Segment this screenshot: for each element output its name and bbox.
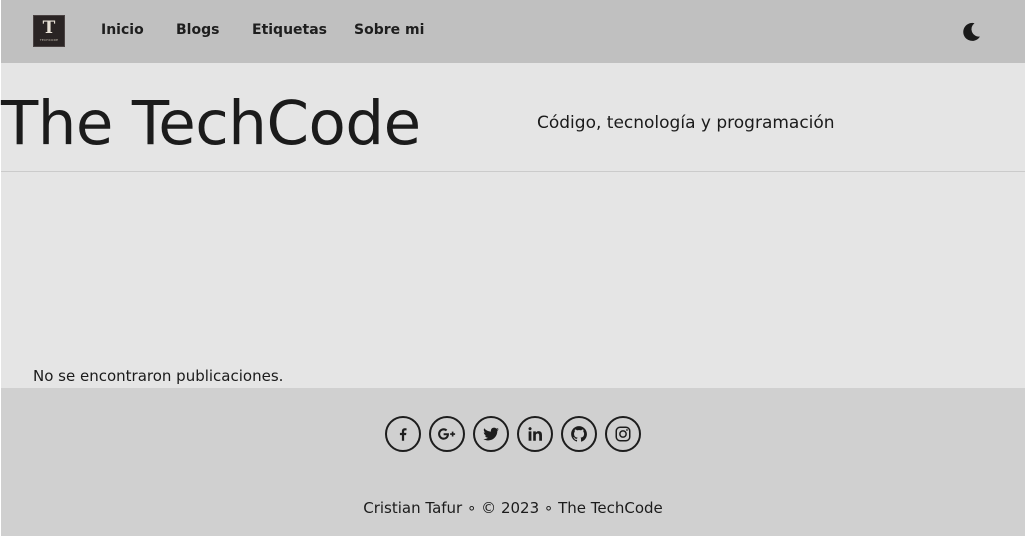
github-icon [571,426,587,442]
twitter-link[interactable] [473,416,509,452]
nav-link-blogs[interactable]: Blogs [176,22,219,38]
logo-text: TECHCODE [39,38,59,42]
social-links [385,416,641,452]
header-divider [1,171,1025,172]
site-title: The TechCode [1,88,421,159]
instagram-link[interactable] [605,416,641,452]
instagram-icon [615,426,631,442]
linkedin-link[interactable] [517,416,553,452]
navbar: T TECHCODE Inicio Blogs Etiquetas Sobre … [1,0,1025,63]
footer-separator: ∘ [467,499,477,517]
page: T TECHCODE Inicio Blogs Etiquetas Sobre … [1,0,1025,536]
site-tagline: Código, tecnología y programación [537,113,835,133]
twitter-icon [483,427,499,441]
footer-credits: Cristian Tafur ∘ © 2023 ∘ The TechCode [1,499,1025,517]
nav-link-sobre-mi[interactable]: Sobre mi [354,22,424,38]
facebook-icon [399,428,407,441]
footer-copyright: © 2023 [481,499,540,517]
footer-author: Cristian Tafur [363,499,463,517]
facebook-link[interactable] [385,416,421,452]
theme-toggle-button[interactable] [959,20,983,44]
moon-icon [963,22,980,41]
footer-site-name: The TechCode [558,499,663,517]
linkedin-icon [528,427,542,441]
footer-separator: ∘ [543,499,554,517]
footer: Cristian Tafur ∘ © 2023 ∘ The TechCode [1,388,1025,536]
logo-glyph: T [42,18,56,38]
nav-link-etiquetas[interactable]: Etiquetas [252,22,327,38]
site-logo[interactable]: T TECHCODE [33,15,65,47]
google-plus-link[interactable] [429,416,465,452]
github-link[interactable] [561,416,597,452]
google-plus-icon [438,428,456,440]
empty-posts-message: No se encontraron publicaciones. [33,367,284,385]
nav-link-inicio[interactable]: Inicio [101,22,144,38]
